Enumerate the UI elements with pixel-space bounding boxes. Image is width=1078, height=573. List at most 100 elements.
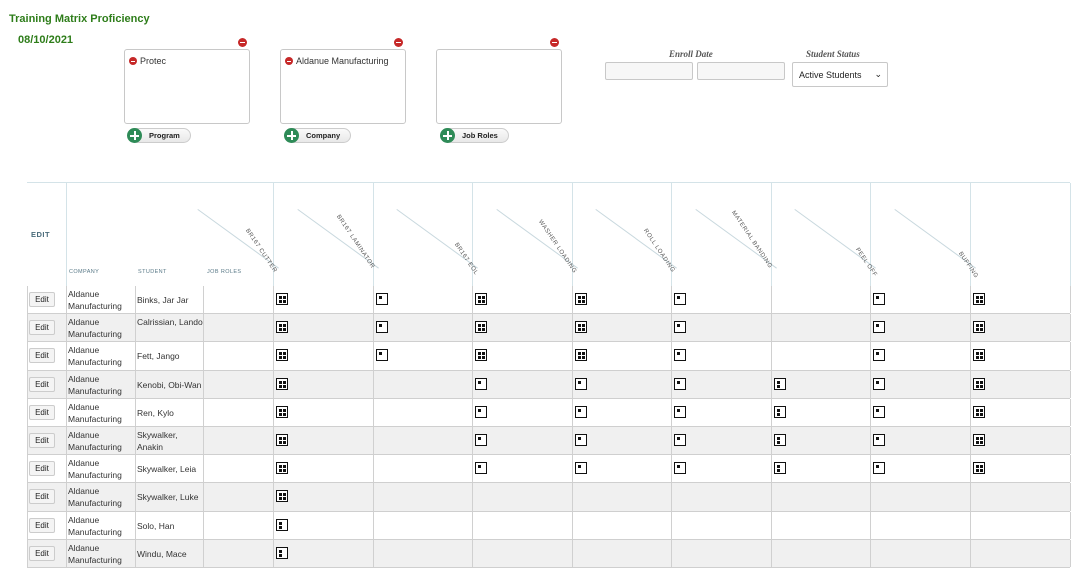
proficiency-icon[interactable]	[973, 405, 985, 418]
cell-divider	[671, 342, 672, 370]
proficiency-icon[interactable]	[276, 546, 288, 559]
proficiency-icon[interactable]	[674, 349, 686, 362]
edit-button[interactable]: Edit	[29, 320, 55, 336]
proficiency-quadrant	[976, 296, 979, 299]
proficiency-icon[interactable]	[276, 293, 288, 305]
proficiency-icon[interactable]	[873, 293, 885, 305]
proficiency-icon[interactable]	[674, 405, 686, 418]
enroll-date-to-input[interactable]	[697, 62, 785, 80]
proficiency-icon[interactable]	[774, 433, 786, 446]
proficiency-quadrant	[279, 465, 282, 469]
proficiency-icon[interactable]	[376, 349, 388, 362]
proficiency-icon[interactable]	[873, 433, 885, 446]
proficiency-icon[interactable]	[276, 490, 288, 503]
cell-divider	[572, 483, 573, 511]
table-row: Edit Aldanue Manufacturing Kenobi, Obi-Wan	[27, 370, 1071, 399]
proficiency-icon[interactable]	[873, 349, 885, 362]
proficiency-icon[interactable]	[973, 321, 985, 334]
filter-box: Protec	[124, 38, 250, 124]
proficiency-icon[interactable]	[774, 377, 786, 390]
proficiency-quadrant	[976, 356, 979, 360]
edit-button[interactable]: Edit	[29, 461, 55, 477]
proficiency-icon[interactable]	[774, 462, 786, 475]
proficiency-icon[interactable]	[575, 349, 587, 362]
proficiency-icon[interactable]	[376, 293, 388, 305]
proficiency-icon[interactable]	[873, 377, 885, 390]
proficiency-quadrant	[980, 408, 983, 412]
proficiency-icon[interactable]	[475, 462, 487, 475]
student-status-select[interactable]: Active Students ⌄	[792, 62, 888, 87]
proficiency-icon[interactable]	[475, 433, 487, 446]
proficiency-icon[interactable]	[276, 405, 288, 418]
proficiency-icon[interactable]	[774, 405, 786, 418]
proficiency-icon[interactable]	[475, 293, 487, 305]
proficiency-icon[interactable]	[276, 377, 288, 390]
edit-button[interactable]: Edit	[29, 489, 55, 505]
proficiency-icon[interactable]	[674, 293, 686, 305]
enroll-date-from-input[interactable]	[605, 62, 693, 80]
cell-divider	[273, 286, 274, 314]
cell-divider	[970, 342, 971, 370]
proficiency-icon[interactable]	[475, 377, 487, 390]
proficiency-icon[interactable]	[475, 321, 487, 334]
add-job-roles-button[interactable]: Job Roles	[440, 128, 509, 143]
remove-circle-icon[interactable]	[238, 38, 247, 47]
proficiency-icon[interactable]	[973, 349, 985, 362]
proficiency-icon[interactable]	[376, 321, 388, 334]
proficiency-icon[interactable]	[276, 518, 288, 531]
proficiency-icon[interactable]	[674, 377, 686, 390]
cell-divider	[135, 398, 136, 426]
remove-circle-icon[interactable]	[550, 38, 559, 47]
proficiency-icon[interactable]	[973, 462, 985, 475]
table-row: Edit Aldanue Manufacturing Solo, Han	[27, 511, 1071, 540]
proficiency-icon[interactable]	[674, 462, 686, 475]
proficiency-icon[interactable]	[575, 377, 587, 390]
cell-divider	[203, 455, 204, 483]
proficiency-icon[interactable]	[475, 349, 487, 362]
edit-button[interactable]: Edit	[29, 404, 55, 420]
proficiency-quadrant	[980, 380, 983, 384]
edit-button[interactable]: Edit	[29, 517, 55, 533]
proficiency-icon[interactable]	[973, 293, 985, 305]
edit-button[interactable]: Edit	[29, 376, 55, 392]
cell-divider	[135, 370, 136, 398]
proficiency-icon[interactable]	[276, 433, 288, 446]
cell-divider	[572, 455, 573, 483]
proficiency-icon[interactable]	[973, 377, 985, 390]
student-cell: Skywalker, Leia	[137, 464, 197, 475]
proficiency-icon[interactable]	[575, 321, 587, 334]
proficiency-icon[interactable]	[674, 321, 686, 334]
remove-chip-icon[interactable]	[285, 57, 293, 65]
cell-divider	[771, 398, 772, 426]
add-company-button[interactable]: Company	[284, 128, 352, 143]
proficiency-icon[interactable]	[873, 321, 885, 334]
cell-divider	[870, 342, 871, 370]
proficiency-icon[interactable]	[973, 433, 985, 446]
edit-button[interactable]: Edit	[29, 292, 55, 307]
proficiency-icon[interactable]	[475, 405, 487, 418]
proficiency-quadrant	[980, 384, 983, 388]
column-divider	[1070, 183, 1071, 286]
edit-button[interactable]: Edit	[29, 432, 55, 448]
proficiency-quadrant	[279, 380, 282, 384]
proficiency-icon[interactable]	[873, 462, 885, 475]
remove-circle-icon[interactable]	[394, 38, 403, 47]
edit-button[interactable]: Edit	[29, 545, 55, 561]
grid-top-border	[27, 182, 1070, 183]
cell-divider	[27, 511, 28, 539]
proficiency-icon[interactable]	[873, 405, 885, 418]
add-program-button[interactable]: Program	[127, 128, 191, 143]
proficiency-icon[interactable]	[674, 433, 686, 446]
table-row: Edit Aldanue Manufacturing Skywalker, Leia	[27, 455, 1071, 484]
proficiency-icon[interactable]	[575, 462, 587, 475]
proficiency-icon[interactable]	[575, 293, 587, 305]
proficiency-icon[interactable]	[276, 321, 288, 334]
edit-button[interactable]: Edit	[29, 348, 55, 364]
proficiency-quadrant	[482, 300, 485, 303]
remove-chip-icon[interactable]	[129, 57, 137, 65]
proficiency-icon[interactable]	[276, 349, 288, 362]
proficiency-icon[interactable]	[575, 433, 587, 446]
cell-divider	[671, 539, 672, 567]
proficiency-icon[interactable]	[276, 462, 288, 475]
proficiency-icon[interactable]	[575, 405, 587, 418]
